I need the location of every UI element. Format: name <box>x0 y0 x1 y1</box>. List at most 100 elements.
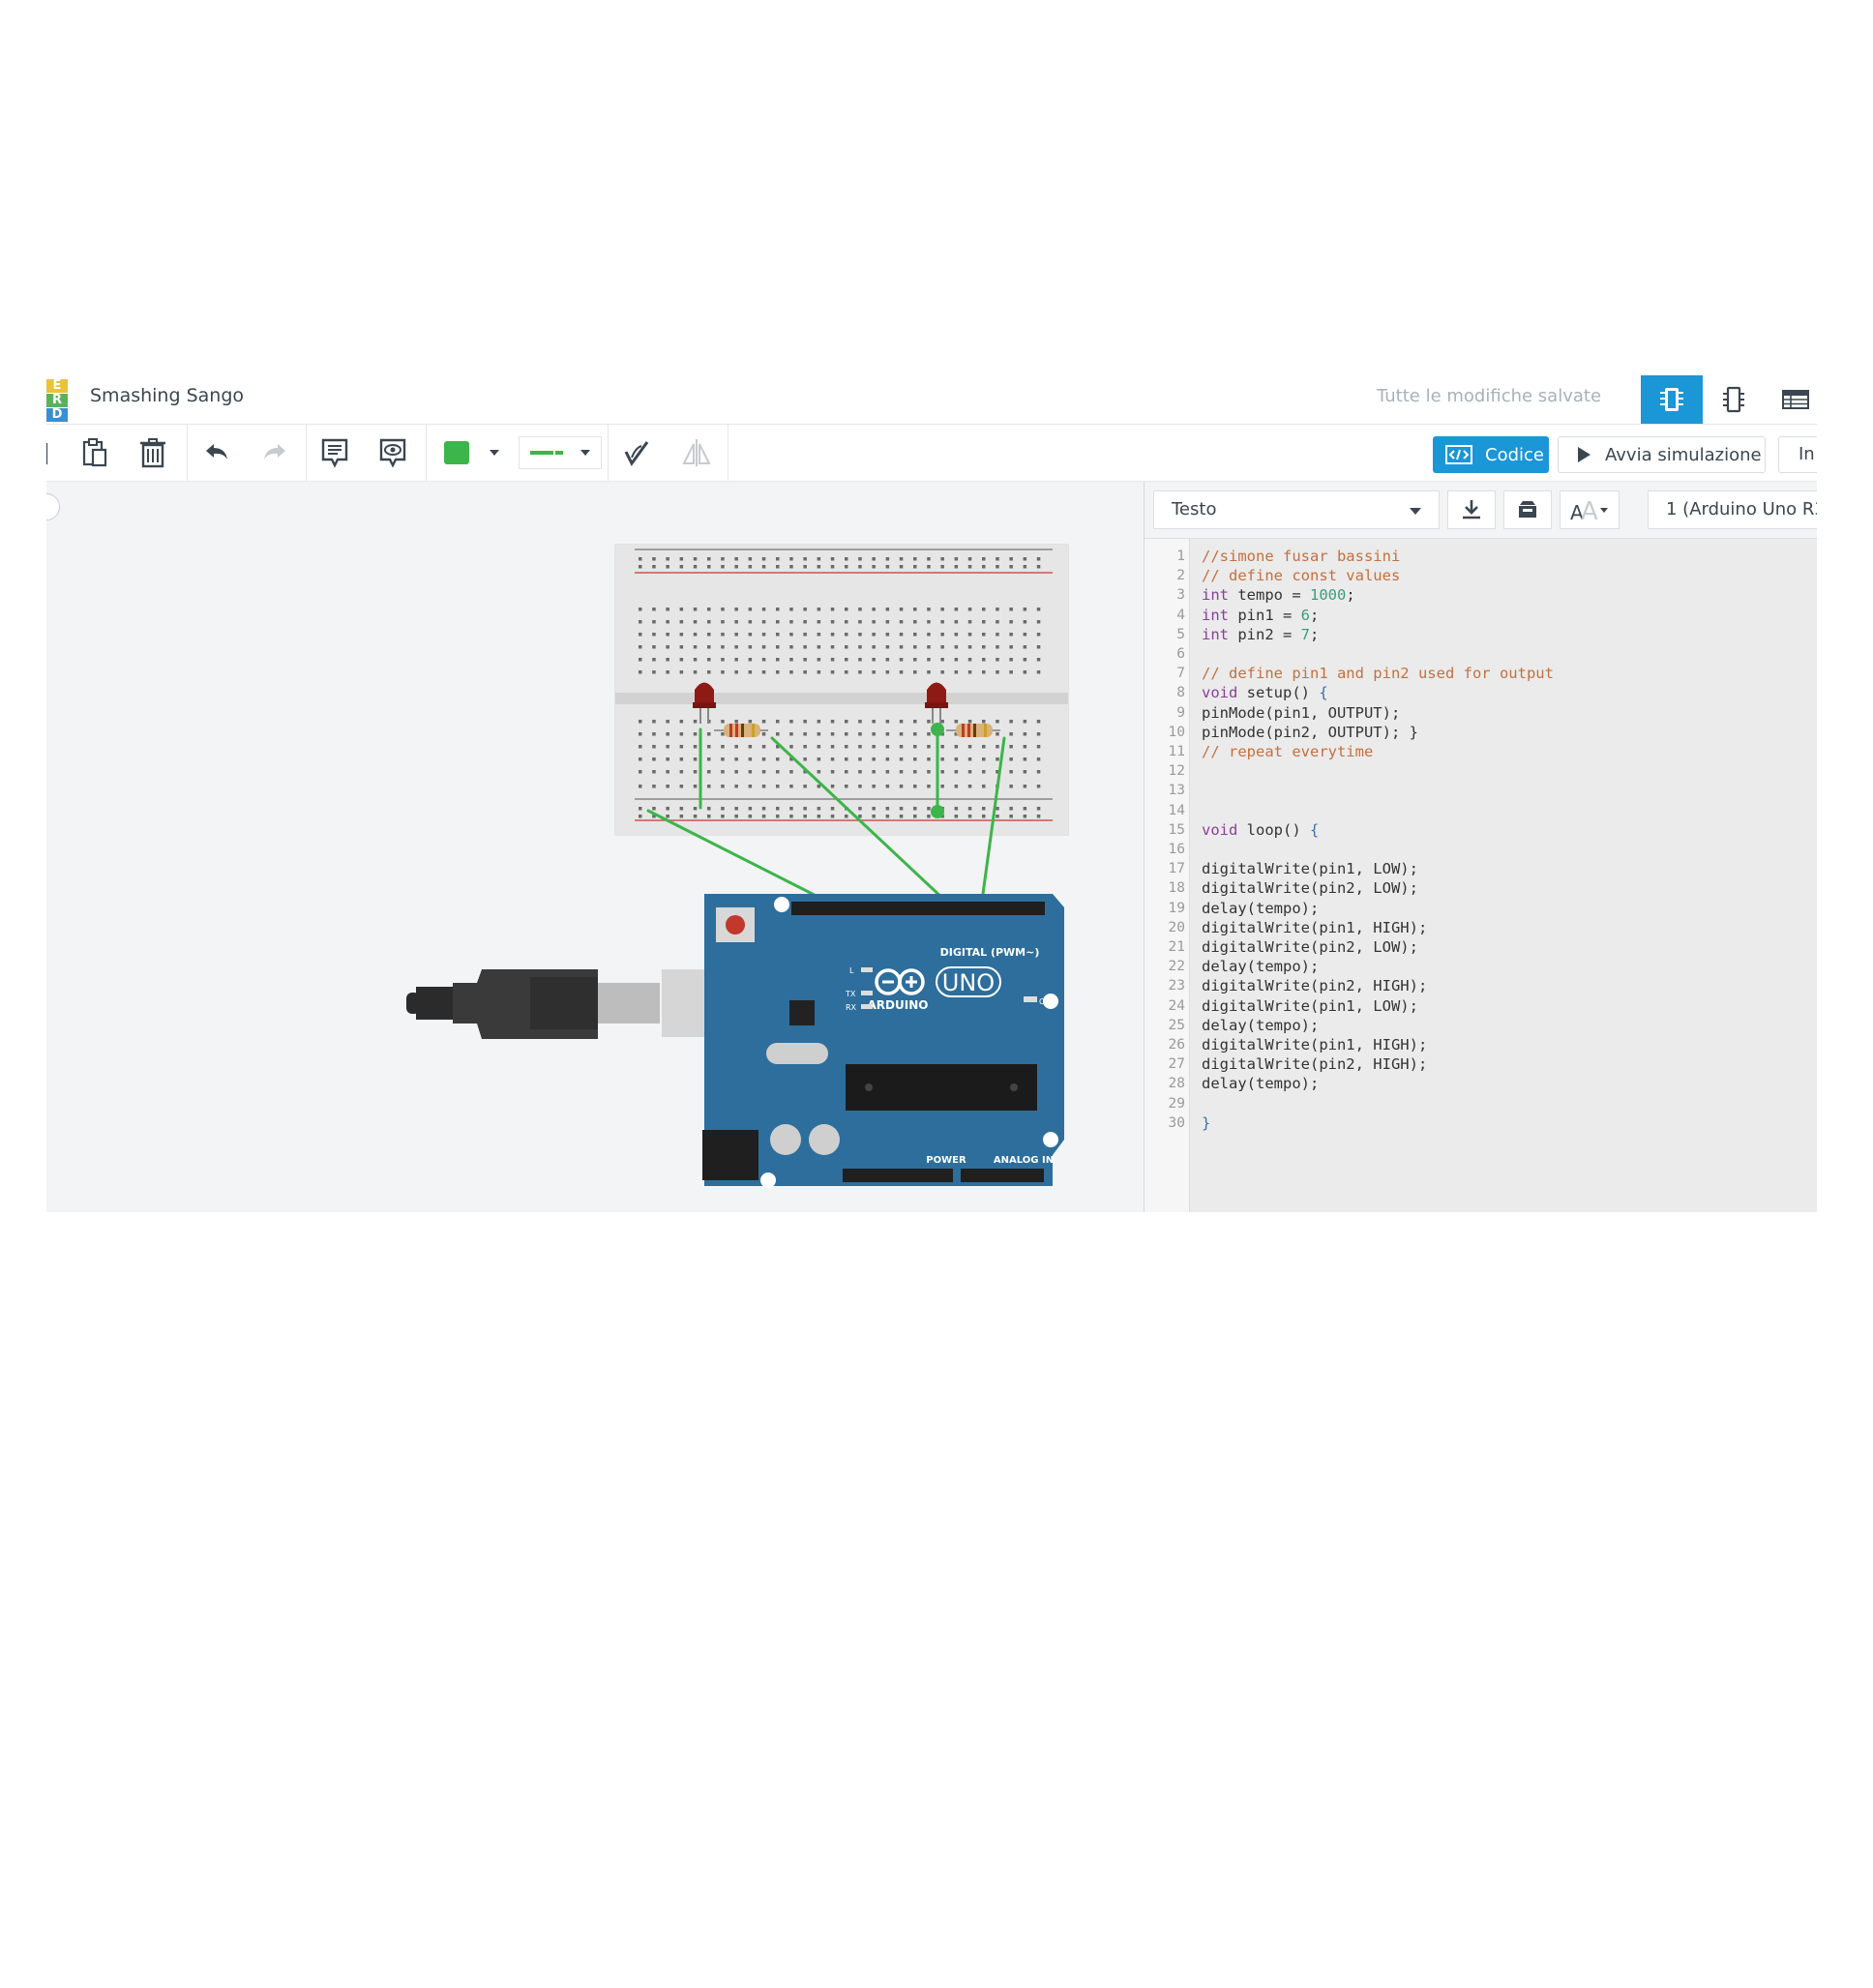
breadboard-hole[interactable] <box>885 807 890 811</box>
breadboard-hole[interactable] <box>721 807 725 811</box>
breadboard-hole[interactable] <box>707 745 711 749</box>
breadboard-hole[interactable] <box>940 645 944 649</box>
breadboard-hole[interactable] <box>872 565 876 569</box>
breadboard-hole[interactable] <box>1023 732 1027 736</box>
breadboard-hole[interactable] <box>776 807 780 811</box>
breadboard-hole[interactable] <box>1036 608 1041 611</box>
breadboard-hole[interactable] <box>817 557 821 561</box>
breadboard-hole[interactable] <box>639 807 642 811</box>
breadboard-hole[interactable] <box>666 720 669 724</box>
breadboard-hole[interactable] <box>858 608 862 611</box>
breadboard-hole[interactable] <box>996 557 999 561</box>
breadboard-hole[interactable] <box>761 608 766 611</box>
breadboard-hole[interactable] <box>927 565 931 569</box>
breadboard-hole[interactable] <box>776 770 780 774</box>
breadboard-hole[interactable] <box>748 633 753 637</box>
breadboard-hole[interactable] <box>1009 815 1013 818</box>
breadboard-hole[interactable] <box>803 745 807 749</box>
breadboard-hole[interactable] <box>872 807 876 811</box>
breadboard-hole[interactable] <box>652 745 656 749</box>
breadboard-hole[interactable] <box>789 670 793 674</box>
breadboard-hole[interactable] <box>679 645 684 649</box>
breadboard-hole[interactable] <box>982 670 986 674</box>
breadboard-hole[interactable] <box>940 658 944 662</box>
breadboard-hole[interactable] <box>803 658 807 662</box>
breadboard-hole[interactable] <box>639 658 642 662</box>
breadboard-hole[interactable] <box>858 633 862 637</box>
breadboard-hole[interactable] <box>707 732 711 736</box>
breadboard-hole[interactable] <box>1036 785 1041 788</box>
breadboard-hole[interactable] <box>954 658 959 662</box>
breadboard-hole[interactable] <box>789 620 793 624</box>
breadboard-hole[interactable] <box>707 633 711 637</box>
breadboard-hole[interactable] <box>639 745 642 749</box>
breadboard-hole[interactable] <box>967 645 972 649</box>
breadboard-hole[interactable] <box>982 633 986 637</box>
breadboard-hole[interactable] <box>927 645 931 649</box>
breadboard-hole[interactable] <box>982 645 986 649</box>
breadboard-hole[interactable] <box>721 785 725 788</box>
breadboard-hole[interactable] <box>666 807 669 811</box>
breadboard-hole[interactable] <box>666 620 669 624</box>
breadboard-hole[interactable] <box>845 633 848 637</box>
breadboard-hole[interactable] <box>639 557 642 561</box>
breadboard-hole[interactable] <box>761 670 766 674</box>
breadboard-hole[interactable] <box>830 807 835 811</box>
breadboard-hole[interactable] <box>899 645 904 649</box>
font-size-button[interactable]: A A <box>1560 490 1620 529</box>
breadboard-hole[interactable] <box>693 757 698 761</box>
delete-button[interactable] <box>134 433 172 472</box>
breadboard-hole[interactable] <box>885 815 890 818</box>
breadboard-hole[interactable] <box>693 807 698 811</box>
breadboard-hole[interactable] <box>817 732 821 736</box>
breadboard-hole[interactable] <box>761 732 766 736</box>
breadboard-hole[interactable] <box>885 645 890 649</box>
breadboard-hole[interactable] <box>845 658 848 662</box>
code-line[interactable]: 21 digitalWrite(pin2, LOW); <box>1145 937 1817 957</box>
breadboard-hole[interactable] <box>734 670 738 674</box>
breadboard-hole[interactable] <box>666 815 669 818</box>
breadboard-hole[interactable] <box>734 608 738 611</box>
breadboard-hole[interactable] <box>872 608 876 611</box>
breadboard-hole[interactable] <box>845 620 848 624</box>
breadboard-hole[interactable] <box>845 645 848 649</box>
breadboard-hole[interactable] <box>693 645 698 649</box>
breadboard-hole[interactable] <box>693 620 698 624</box>
breadboard-hole[interactable] <box>885 745 890 749</box>
breadboard-hole[interactable] <box>693 745 698 749</box>
rotate-button[interactable] <box>617 433 656 472</box>
breadboard-hole[interactable] <box>913 732 917 736</box>
breadboard-hole[interactable] <box>748 757 753 761</box>
breadboard-hole[interactable] <box>1023 807 1027 811</box>
breadboard-hole[interactable] <box>845 785 848 788</box>
breadboard-hole[interactable] <box>721 633 725 637</box>
breadboard-hole[interactable] <box>817 620 821 624</box>
code-line[interactable]: 1 //simone fusar bassini <box>1145 547 1817 566</box>
breadboard-hole[interactable] <box>761 745 766 749</box>
breadboard-hole[interactable] <box>789 770 793 774</box>
breadboard-hole[interactable] <box>761 620 766 624</box>
breadboard-hole[interactable] <box>967 745 972 749</box>
breadboard-hole[interactable] <box>954 815 959 818</box>
breadboard-hole[interactable] <box>899 565 904 569</box>
breadboard-hole[interactable] <box>858 745 862 749</box>
breadboard-hole[interactable] <box>776 815 780 818</box>
breadboard-hole[interactable] <box>830 633 835 637</box>
breadboard-hole[interactable] <box>913 633 917 637</box>
breadboard-hole[interactable] <box>707 565 711 569</box>
breadboard-hole[interactable] <box>899 620 904 624</box>
breadboard-hole[interactable] <box>693 557 698 561</box>
breadboard-hole[interactable] <box>1023 557 1027 561</box>
breadboard-hole[interactable] <box>789 720 793 724</box>
breadboard-hole[interactable] <box>967 658 972 662</box>
breadboard-hole[interactable] <box>967 670 972 674</box>
breadboard-hole[interactable] <box>652 565 656 569</box>
breadboard-hole[interactable] <box>693 670 698 674</box>
breadboard-hole[interactable] <box>666 670 669 674</box>
breadboard-hole[interactable] <box>679 633 684 637</box>
breadboard-hole[interactable] <box>652 807 656 811</box>
circuit-view-button[interactable] <box>1641 375 1703 424</box>
start-simulation-button[interactable]: Avvia simulazione <box>1558 436 1766 473</box>
breadboard-hole[interactable] <box>734 645 738 649</box>
breadboard-hole[interactable] <box>761 633 766 637</box>
